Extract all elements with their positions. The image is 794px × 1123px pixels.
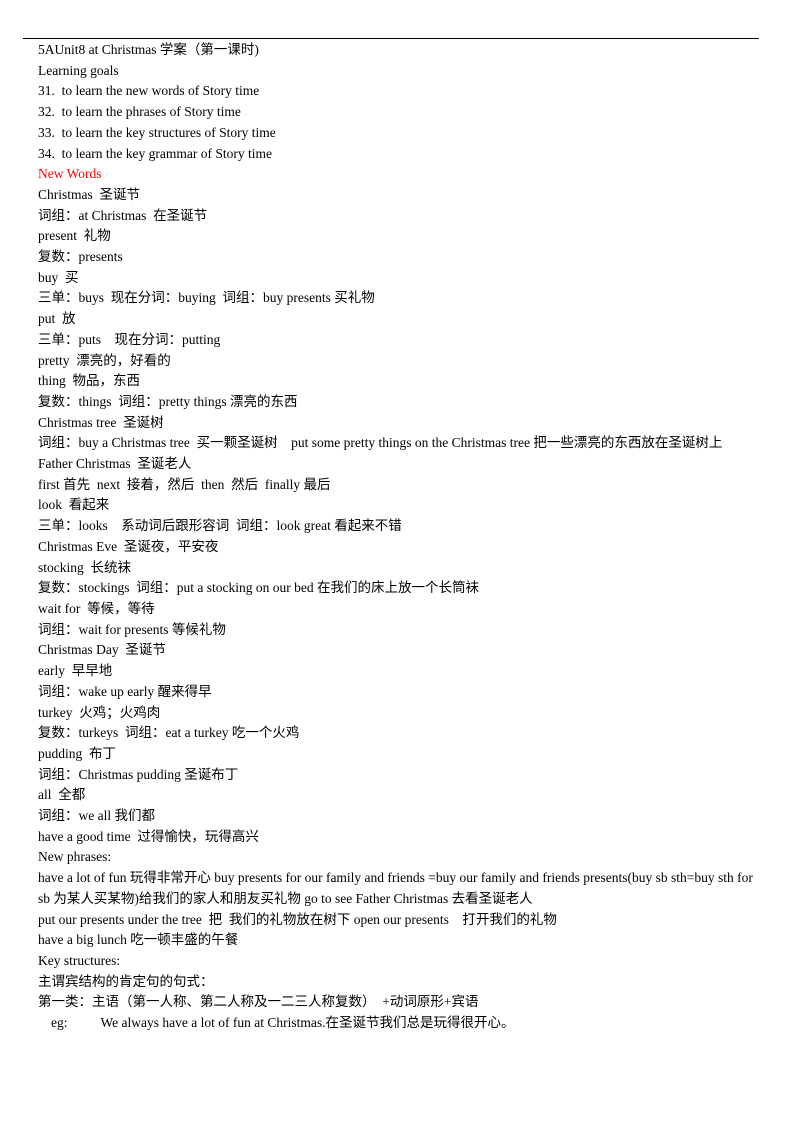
word-entry: 词组：we all 我们都 — [38, 808, 155, 824]
structure-entry: 主谓宾结构的肯定句的句式： — [38, 973, 214, 989]
new-phrases-list: have a lot of fun 玩得非常开心 buy presents fo… — [38, 868, 760, 951]
word-entry: 词组：wait for presents 等候礼物 — [38, 621, 226, 637]
word-entry: pudding 布丁 — [38, 745, 117, 761]
new-phrases-heading: New phrases: — [38, 849, 112, 865]
document-body: 5AUnit8 at Christmas 学案（第一课时) Learning g… — [38, 40, 760, 1034]
document-title: 5AUnit8 at Christmas 学案（第一课时) — [38, 42, 259, 57]
word-entry: Christmas 圣诞节 — [38, 186, 141, 202]
learning-goal: 32. to learn the phrases of Story time — [38, 104, 241, 120]
word-entry: 复数：presents — [38, 249, 123, 265]
word-entry: pretty 漂亮的，好看的 — [38, 352, 171, 368]
learning-goal: 34. to learn the key grammar of Story ti… — [38, 145, 272, 161]
header-rule — [23, 38, 759, 39]
example-text: We always have a lot of fun at Christmas… — [100, 1015, 515, 1031]
word-entry: 复数：stockings 词组：put a stocking on our be… — [38, 580, 479, 596]
example-sentence: eg: We always have a lot of fun at Christ… — [38, 1013, 760, 1034]
word-entry: thing 物品，东西 — [38, 373, 141, 389]
word-entry: all 全都 — [38, 787, 86, 803]
word-entry: 三单：buys 现在分词：buying 词组：buy presents 买礼物 — [38, 290, 375, 306]
word-entry: Christmas Day 圣诞节 — [38, 642, 166, 658]
learning-goals-heading: Learning goals — [38, 62, 119, 78]
word-entry: 词组：wake up early 醒来得早 — [38, 683, 212, 699]
phrase-entry: have a lot of fun 玩得非常开心 buy presents fo… — [38, 870, 753, 906]
key-structures-heading: Key structures: — [38, 952, 121, 968]
word-entry: turkey 火鸡；火鸡肉 — [38, 704, 161, 720]
phrase-entry: have a big lunch 吃一顿丰盛的午餐 — [38, 932, 239, 948]
word-entry: buy 买 — [38, 269, 79, 285]
structure-entry: 第一类：主语（第一人称、第二人称及一二三人称复数） +动词原形+宾语 — [38, 994, 479, 1010]
word-entry: Father Christmas 圣诞老人 — [38, 456, 192, 472]
word-entry: present 礼物 — [38, 228, 111, 244]
word-entry: 词组：buy a Christmas tree 买一颗圣诞树 put some … — [38, 435, 723, 451]
word-entry: 三单：looks 系动词后跟形容词 词组：look great 看起来不错 — [38, 518, 402, 534]
word-entry: Christmas Eve 圣诞夜，平安夜 — [38, 538, 219, 554]
new-words-list: Christmas 圣诞节 词组：at Christmas 在圣诞节 prese… — [38, 185, 760, 848]
learning-goal: 31. to learn the new words of Story time — [38, 83, 260, 99]
new-words-heading: New Words — [38, 166, 102, 182]
word-entry: 复数：turkeys 词组：eat a turkey 吃一个火鸡 — [38, 725, 300, 741]
word-entry: 复数：things 词组：pretty things 漂亮的东西 — [38, 393, 298, 409]
word-entry: put 放 — [38, 311, 76, 327]
word-entry: 词组：at Christmas 在圣诞节 — [38, 207, 208, 223]
example-label: eg: — [51, 1015, 68, 1031]
word-entry: 三单：puts 现在分词：putting — [38, 331, 221, 347]
learning-goals-list: 31. to learn the new words of Story time… — [38, 81, 760, 164]
word-entry: have a good time 过得愉快，玩得高兴 — [38, 828, 259, 844]
word-entry: stocking 长统袜 — [38, 559, 131, 575]
word-entry: look 看起来 — [38, 497, 110, 513]
word-entry: early 早早地 — [38, 663, 113, 679]
word-entry: Christmas tree 圣诞树 — [38, 414, 164, 430]
phrase-entry: put our presents under the tree 把 我们的礼物放… — [38, 911, 557, 927]
word-entry: 词组：Christmas pudding 圣诞布丁 — [38, 766, 239, 782]
word-entry: first 首先 next 接着，然后 then 然后 finally 最后 — [38, 476, 331, 492]
word-entry: wait for 等候，等待 — [38, 600, 155, 616]
key-structures-list: 主谓宾结构的肯定句的句式： 第一类：主语（第一人称、第二人称及一二三人称复数） … — [38, 972, 760, 1013]
learning-goal: 33. to learn the key structures of Story… — [38, 124, 276, 140]
